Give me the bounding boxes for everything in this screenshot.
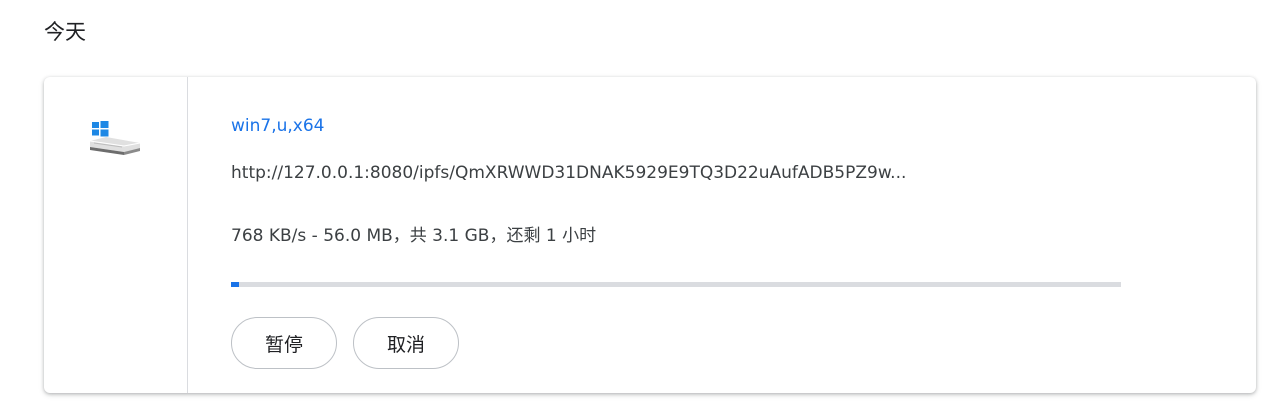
- pause-button[interactable]: 暂停: [231, 317, 337, 369]
- download-progress-bar: [231, 282, 1121, 287]
- file-icon-column: [44, 77, 188, 393]
- file-url: http://127.0.0.1:8080/ipfs/QmXRWWD31DNAK…: [231, 163, 907, 183]
- cancel-button[interactable]: 取消: [353, 317, 459, 369]
- date-group-title: 今天: [44, 20, 86, 44]
- download-item-card: win7,u,x64 http://127.0.0.1:8080/ipfs/Qm…: [44, 77, 1256, 393]
- download-progress-fill: [231, 282, 239, 287]
- file-name-link[interactable]: win7,u,x64: [231, 114, 325, 138]
- windows-drive-icon: [89, 121, 141, 155]
- download-status-text: 768 KB/s - 56.0 MB，共 3.1 GB，还剩 1 小时: [231, 226, 597, 246]
